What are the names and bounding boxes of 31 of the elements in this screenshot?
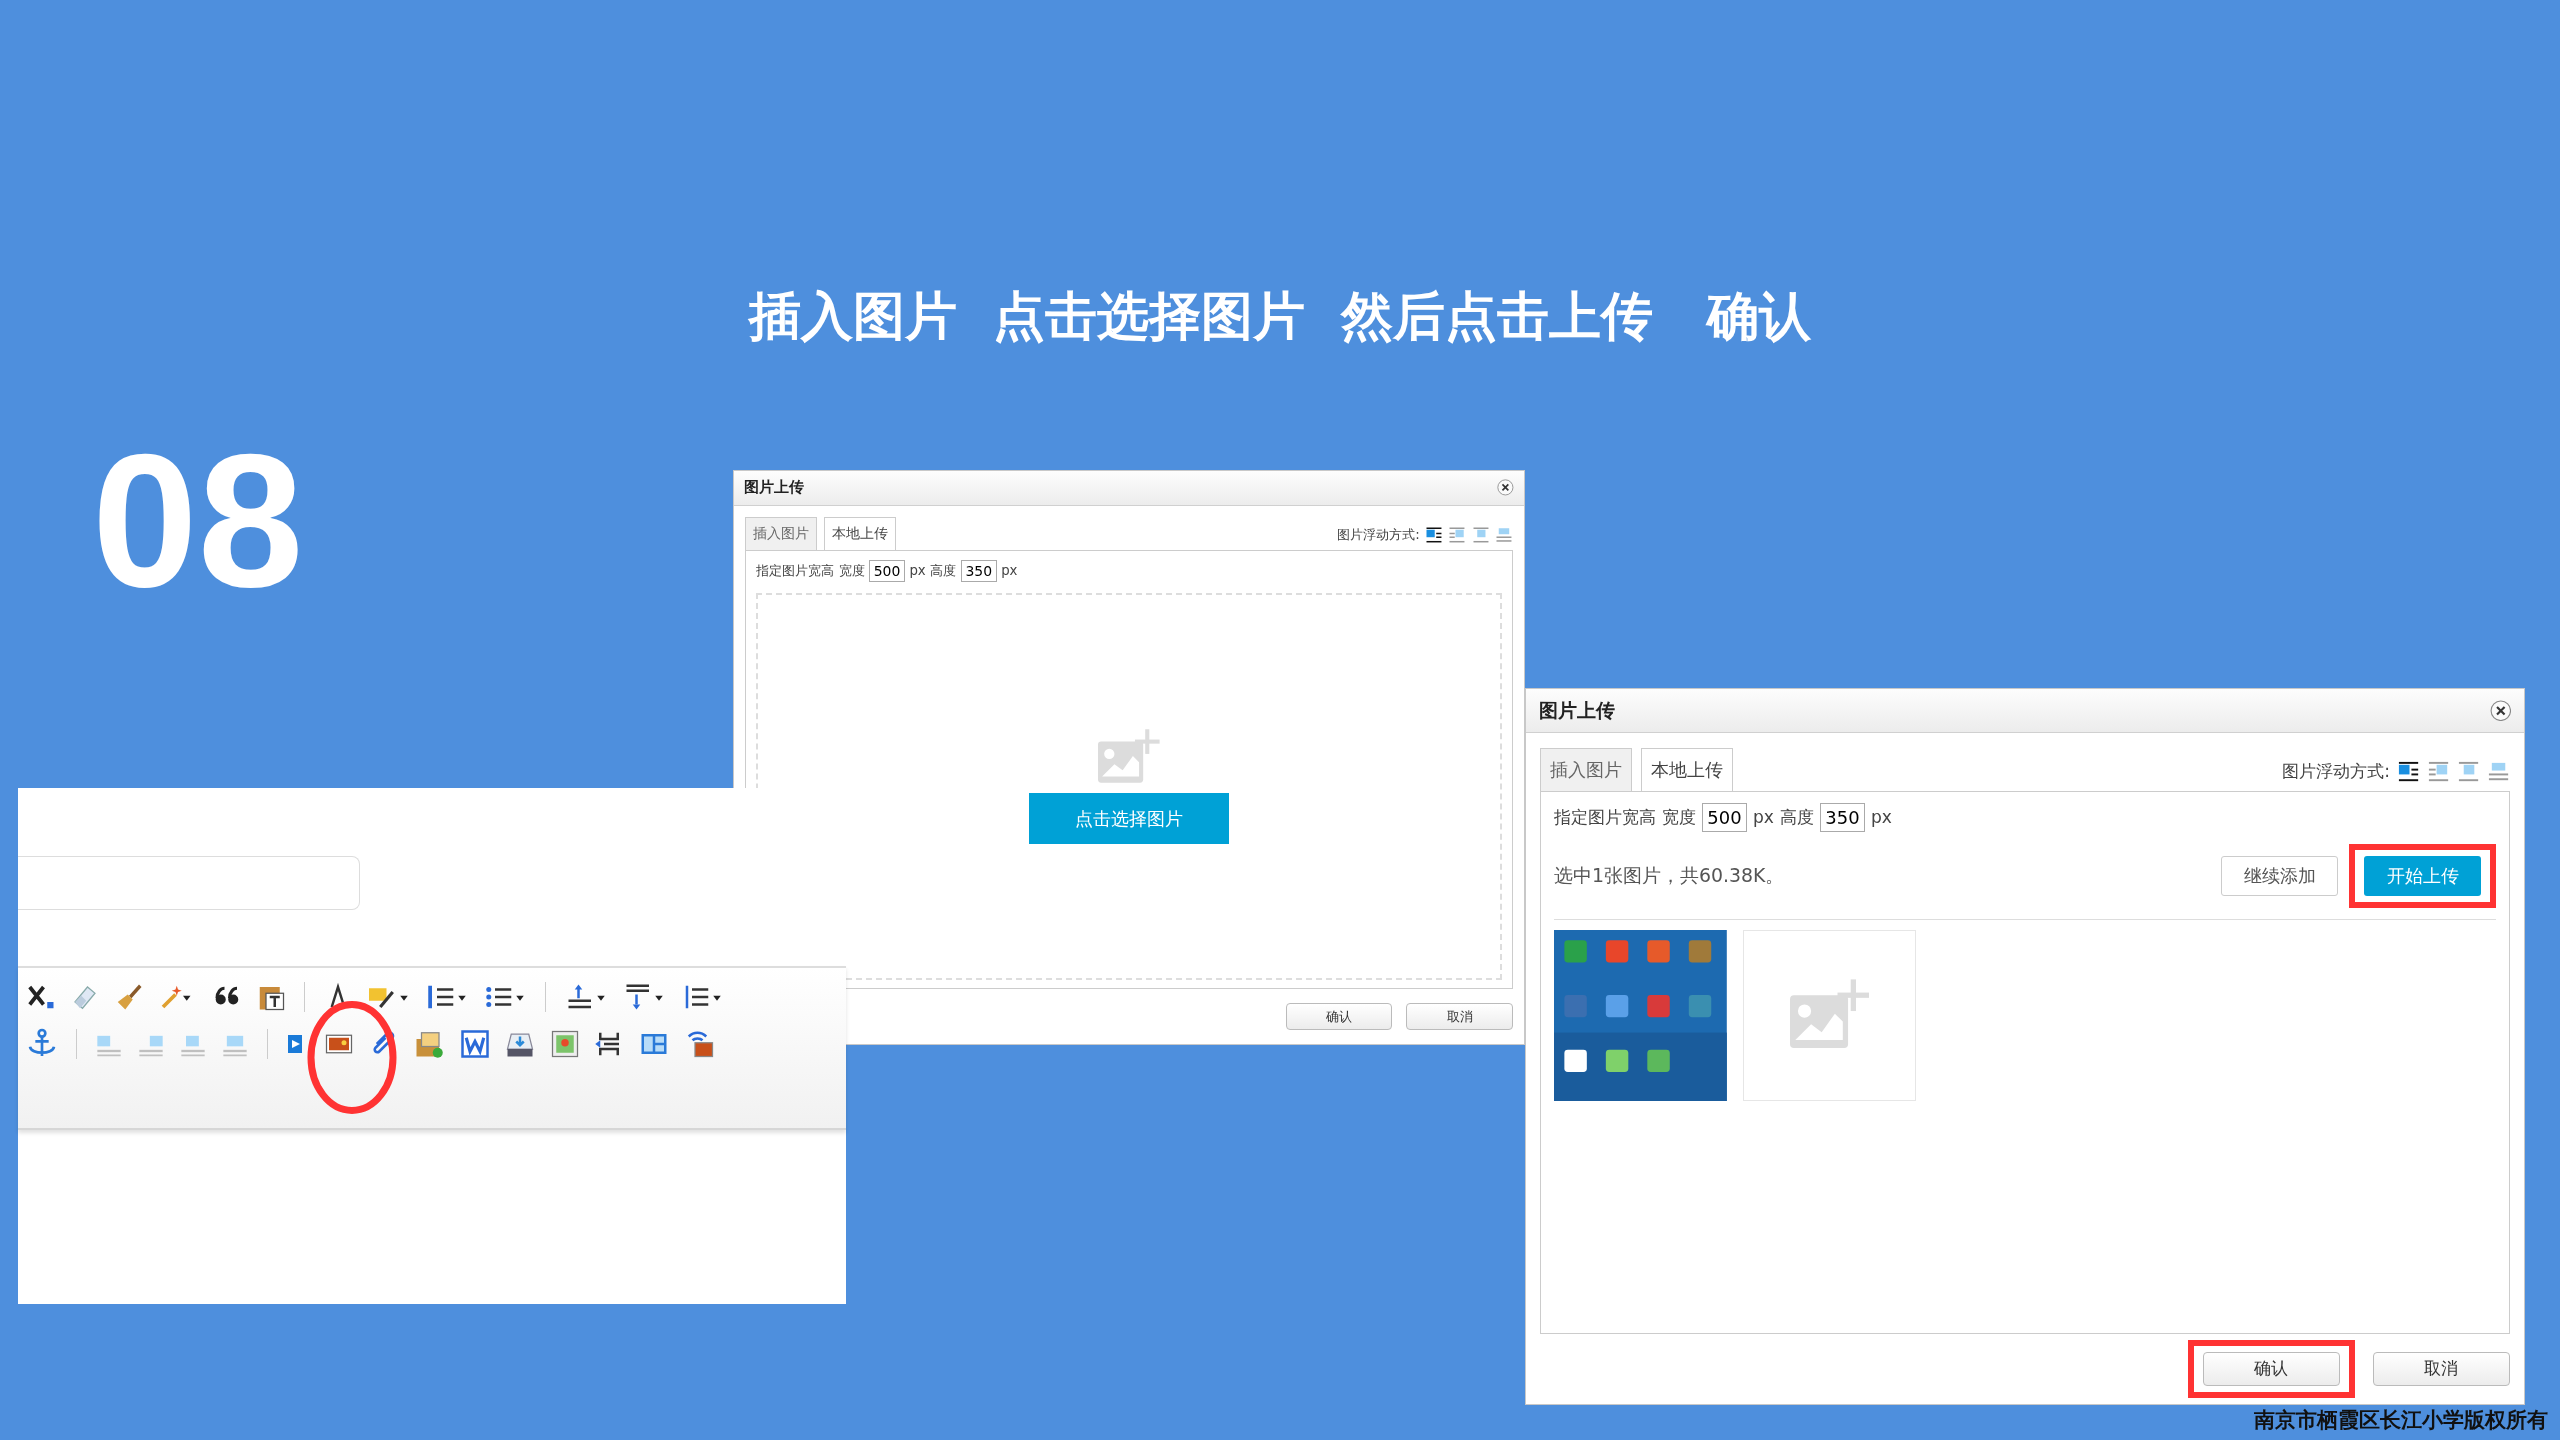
unit-label: px [1871, 807, 1892, 828]
selection-status: 选中1张图片，共60.38K。 [1554, 863, 1785, 889]
add-more-button[interactable]: 继续添加 [2221, 856, 2339, 896]
width-field[interactable]: 500 [1701, 803, 1747, 832]
dialog-tab[interactable]: 本地上传 [824, 517, 897, 552]
width-field[interactable]: 500 [869, 559, 905, 583]
float-label: 图片浮动方式: [2282, 759, 2390, 783]
dialog-button[interactable]: 确认 [1286, 1003, 1393, 1030]
dialog-button[interactable]: 取消 [2372, 1351, 2510, 1386]
height-label: 高度 [930, 561, 957, 580]
slide-heading: 插入图片 点击选择图片 然后点击上传 确认 [747, 285, 1813, 348]
unit-label: px [1001, 563, 1018, 579]
float-label: 图片浮动方式: [1337, 525, 1420, 544]
height-field[interactable]: 350 [1819, 803, 1865, 832]
width-label: 宽度 [838, 561, 865, 580]
dialog-button[interactable]: 确认 [2203, 1351, 2340, 1386]
copyright-note: 南京市栖霞区长江小学版权所有 [2254, 1406, 2548, 1434]
size-label: 指定图片宽高 [1554, 805, 1656, 829]
height-field[interactable]: 350 [961, 559, 997, 583]
dialog-title: 图片上传 [743, 478, 804, 498]
dialog-tab[interactable]: 本地上传 [1641, 748, 1734, 793]
dialog-title: 图片上传 [1538, 697, 1615, 723]
height-label: 高度 [1779, 805, 1814, 829]
dialog-button[interactable]: 取消 [1406, 1003, 1513, 1030]
unit-label: px [909, 563, 926, 579]
dialog-tab[interactable]: 插入图片 [1540, 748, 1633, 792]
width-label: 宽度 [1661, 805, 1696, 829]
size-label: 指定图片宽高 [756, 561, 834, 580]
dialog-tab[interactable]: 插入图片 [745, 517, 818, 551]
unit-label: px [1753, 807, 1774, 828]
step-number: 08 [92, 425, 304, 615]
